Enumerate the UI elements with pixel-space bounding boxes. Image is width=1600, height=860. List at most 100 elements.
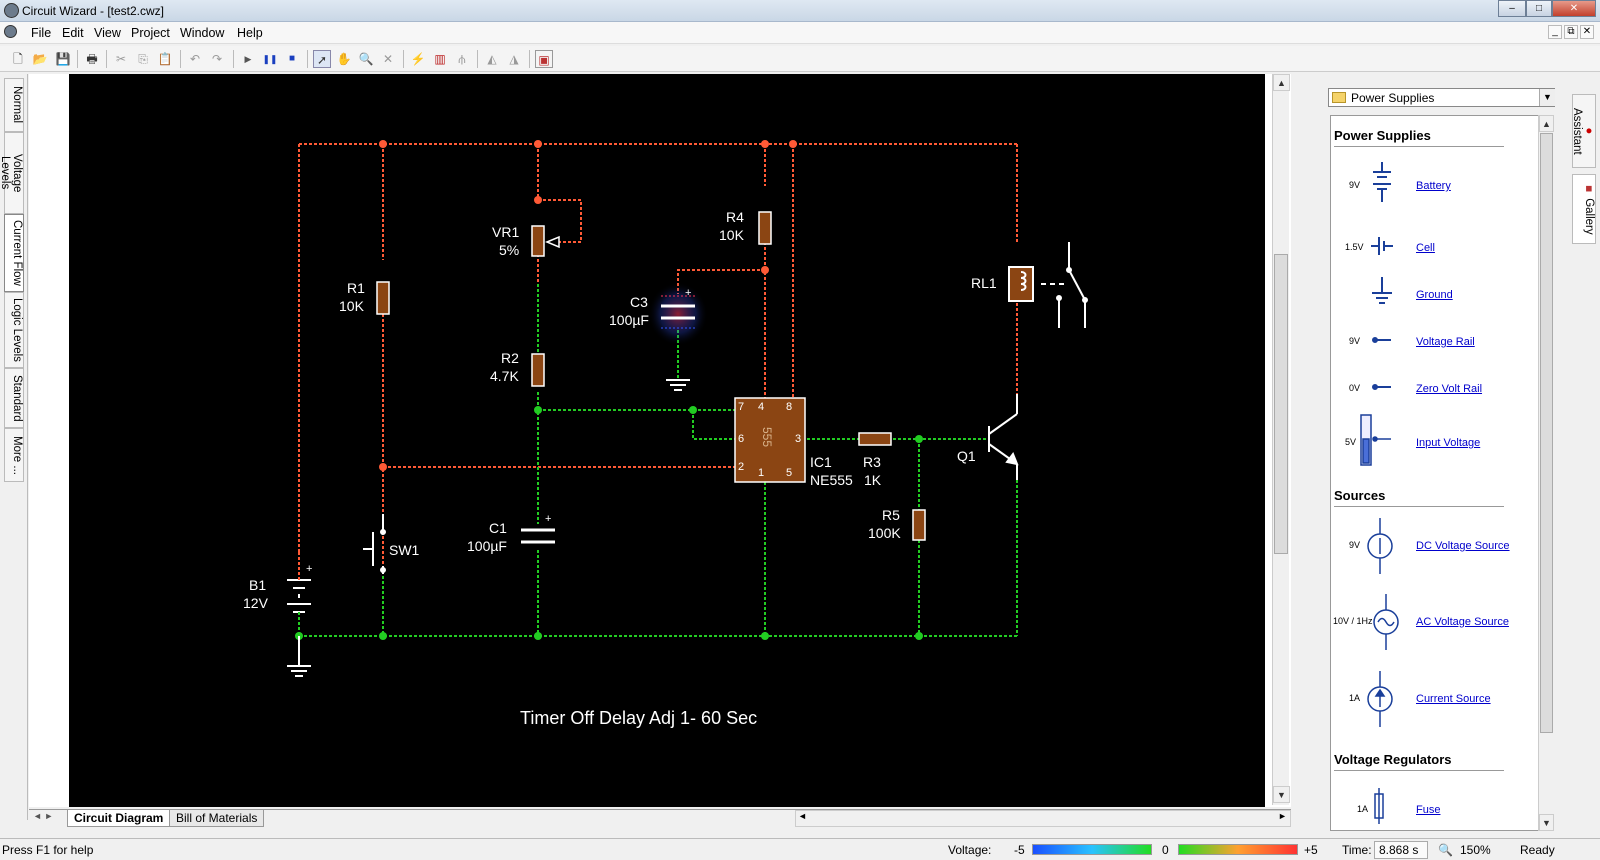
tree-icon[interactable]: ⫛ [453, 50, 471, 68]
item-value: 10V / 1Hz [1333, 616, 1373, 626]
mdi-close-button[interactable]: ✕ [1580, 25, 1594, 39]
flip-h-icon[interactable]: ◭ [483, 50, 501, 68]
gallery-scrollbar[interactable]: ▲ ▼ [1538, 115, 1554, 831]
zoom-icon[interactable]: 🔍 [1438, 843, 1453, 857]
gallery-item-dc-voltage-source[interactable]: 9V DC Voltage Source [1331, 518, 1541, 574]
zoom-icon[interactable]: 🔍 [357, 50, 375, 68]
scroll-down-button[interactable]: ▼ [1273, 786, 1290, 803]
gallery-item-voltage-rail[interactable]: 9V Voltage Rail [1331, 330, 1541, 370]
tab-scroll-icon[interactable]: ◄ ► [33, 811, 53, 821]
gallery-category-select[interactable]: Power Supplies ▼ [1328, 88, 1555, 107]
item-value: 0V [1349, 383, 1361, 393]
flip-v-icon[interactable]: ◮ [505, 50, 523, 68]
tab-standard[interactable]: Standard [4, 368, 24, 428]
gallery-item-fuse[interactable]: 1A Fuse [1331, 788, 1541, 830]
current-source-link[interactable]: Current Source [1416, 693, 1491, 705]
circuit-diagram[interactable]: + + + [69, 74, 1265, 807]
menu-project[interactable]: Project [131, 26, 170, 40]
undo-icon[interactable]: ↶ [186, 50, 204, 68]
gallery-item-input-voltage[interactable]: 5V Input Voltage [1331, 414, 1541, 471]
tab-logic-levels[interactable]: Logic Levels [4, 292, 24, 368]
stop-icon[interactable]: ■ [283, 50, 301, 68]
svg-text:+: + [545, 513, 551, 525]
maximize-button[interactable]: □ [1526, 0, 1552, 17]
gallery-item-current-source[interactable]: 1A Current Source [1331, 671, 1541, 727]
menu-edit[interactable]: Edit [62, 26, 84, 40]
tab-gallery[interactable]: ■ Gallery [1572, 174, 1596, 244]
gallery-scroll-down-button[interactable]: ▼ [1539, 814, 1554, 831]
pcb-icon[interactable]: ▣ [535, 50, 553, 68]
copy-icon[interactable]: ⎘ [134, 50, 152, 68]
gallery-item-ground[interactable]: Ground [1331, 277, 1541, 323]
fuse-icon [1374, 788, 1384, 824]
fuse-link[interactable]: Fuse [1416, 804, 1440, 816]
voltage-max: +5 [1304, 843, 1318, 857]
zero-volt-rail-icon [1372, 384, 1391, 390]
minimize-button[interactable]: – [1498, 0, 1526, 17]
play-icon[interactable]: ▶ [239, 50, 257, 68]
save-icon[interactable]: 💾 [54, 50, 72, 68]
tab-circuit-diagram[interactable]: Circuit Diagram [67, 810, 171, 827]
tab-voltage-levels[interactable]: Voltage Levels [0, 132, 24, 214]
gallery-item-battery[interactable]: 9V Battery [1331, 162, 1541, 214]
select-icon[interactable]: ➚ [313, 50, 331, 68]
item-value: 1A [1349, 693, 1361, 703]
delete-icon[interactable]: ✕ [379, 50, 397, 68]
scroll-left-button[interactable]: ◄ [798, 811, 807, 821]
ic-chip-label: 555 [760, 426, 775, 448]
print-icon[interactable]: 🖶 [83, 50, 101, 68]
tab-assistant[interactable]: ● Assistant [1571, 94, 1596, 168]
canvas-horizontal-scrollbar[interactable]: ◄ ► [795, 810, 1291, 827]
close-button[interactable]: ✕ [1552, 0, 1596, 17]
graph-icon[interactable]: ▥ [431, 50, 449, 68]
mdi-minimize-button[interactable]: _ [1548, 25, 1562, 39]
paste-icon[interactable]: 📋 [156, 50, 174, 68]
voltage-rail-link[interactable]: Voltage Rail [1416, 336, 1475, 348]
tab-bill-of-materials[interactable]: Bill of Materials [169, 810, 265, 827]
canvas-vertical-scrollbar[interactable]: ▲ ▼ [1272, 74, 1290, 805]
chevron-down-icon[interactable]: ▼ [1539, 89, 1555, 106]
pan-icon[interactable]: ✋ [335, 50, 353, 68]
app-icon[interactable] [4, 3, 19, 18]
zoom-level[interactable]: 150% [1460, 843, 1491, 857]
new-icon[interactable]: 🗋 [9, 50, 27, 68]
voltage-rail-icon [1372, 337, 1391, 343]
pin-4: 4 [758, 401, 765, 413]
tab-current-flow[interactable]: Current Flow [4, 214, 24, 292]
ground-link[interactable]: Ground [1416, 289, 1453, 301]
menu-help[interactable]: Help [237, 26, 263, 40]
cell-link[interactable]: Cell [1416, 242, 1435, 254]
tab-more[interactable]: More ... [4, 428, 24, 482]
document-icon[interactable] [4, 25, 17, 38]
dc-source-icon [1367, 518, 1393, 574]
gallery-list: Power Supplies 9V Battery 1.5V Cell Grou… [1330, 115, 1553, 831]
gallery-item-ac-voltage-source[interactable]: 10V / 1Hz AC Voltage Source [1331, 594, 1541, 650]
open-icon[interactable]: 📂 [31, 50, 49, 68]
scroll-right-button[interactable]: ► [1278, 811, 1287, 821]
menu-file[interactable]: File [31, 26, 51, 40]
pause-icon[interactable]: ❚❚ [261, 50, 279, 68]
scroll-thumb[interactable] [1274, 254, 1288, 554]
probe-icon[interactable]: ⚡ [409, 50, 427, 68]
circuit-canvas[interactable]: + + + B1 12V R1 10K SW1 VR1 5% R2 4.7K C… [69, 74, 1265, 807]
battery-link[interactable]: Battery [1416, 180, 1451, 192]
scroll-up-button[interactable]: ▲ [1273, 74, 1290, 91]
gallery-scroll-up-button[interactable]: ▲ [1539, 115, 1554, 132]
label-c1: C1 [489, 520, 507, 536]
cut-icon[interactable]: ✂ [112, 50, 130, 68]
menu-window[interactable]: Window [180, 26, 224, 40]
gallery-item-zero-volt-rail[interactable]: 0V Zero Volt Rail [1331, 377, 1541, 417]
tab-normal[interactable]: Normal [4, 78, 24, 132]
junction [534, 632, 542, 640]
ac-voltage-source-link[interactable]: AC Voltage Source [1416, 616, 1509, 628]
gallery-item-cell[interactable]: 1.5V Cell [1331, 236, 1541, 276]
gallery-scroll-thumb[interactable] [1540, 133, 1553, 733]
folder-icon [1332, 92, 1346, 103]
dc-voltage-source-link[interactable]: DC Voltage Source [1416, 540, 1510, 552]
zero-volt-rail-link[interactable]: Zero Volt Rail [1416, 383, 1482, 395]
input-voltage-link[interactable]: Input Voltage [1416, 437, 1480, 449]
redo-icon[interactable]: ↷ [208, 50, 226, 68]
menu-view[interactable]: View [94, 26, 121, 40]
tab-assistant-label: Assistant [1571, 107, 1583, 155]
mdi-restore-button[interactable]: ⧉ [1564, 25, 1578, 39]
